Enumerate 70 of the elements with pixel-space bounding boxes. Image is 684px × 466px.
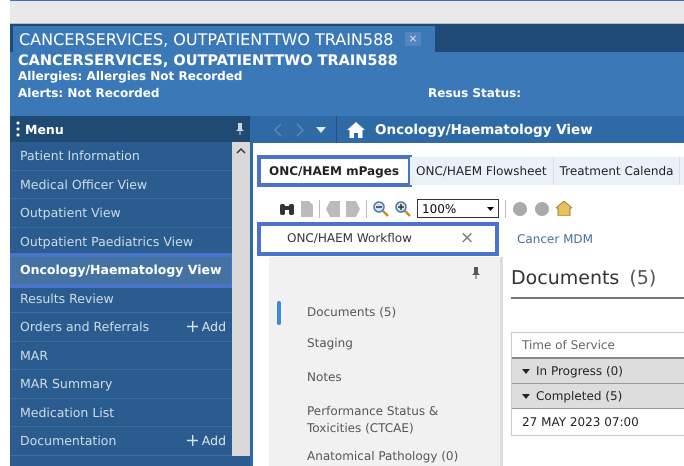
section-link[interactable]: Staging <box>269 335 500 359</box>
back-icon[interactable] <box>272 122 284 136</box>
add-button[interactable]: Add <box>186 319 226 334</box>
circle-icon[interactable] <box>512 200 528 216</box>
menu-item-label: Outpatient Paediatrics View <box>20 234 194 249</box>
zoom-in-icon[interactable] <box>395 200 411 216</box>
document-icon[interactable] <box>301 200 313 216</box>
section-link[interactable]: Documents (5) <box>269 301 500 325</box>
section-label: Notes <box>307 369 343 386</box>
tab[interactable]: ONC/HAEM mPages <box>259 157 410 185</box>
page-back-icon[interactable] <box>326 200 340 216</box>
zoom-dropdown[interactable]: 100% <box>417 199 499 218</box>
pin-icon <box>472 267 480 279</box>
forward-icon[interactable] <box>294 122 306 136</box>
section-link[interactable]: Performance Status & Toxicities (CTCAE) <box>269 403 500 438</box>
scrollbar[interactable] <box>232 142 250 456</box>
plus-icon <box>186 435 198 446</box>
menu-item-label: Medication List <box>20 404 116 420</box>
menu-item-label: MAR <box>20 348 50 363</box>
view-title: Oncology/Haematology View <box>375 122 593 138</box>
pin-icon <box>236 123 244 135</box>
page-forward-icon[interactable] <box>346 200 360 216</box>
menu-item-label: Documentation <box>20 433 118 448</box>
zoom-out-icon[interactable] <box>373 200 389 216</box>
menu-item-label: Oncology/Haematology View <box>20 262 223 278</box>
documents-title: Documents <box>511 267 620 289</box>
resus-status-text: Resus Status: <box>428 86 522 100</box>
caret-icon <box>487 206 494 210</box>
section-label: Performance Status & Toxicities (CTCAE) <box>307 403 440 438</box>
page-tab-label: Cancer MDM <box>517 232 594 246</box>
expand-caret-icon <box>522 394 530 398</box>
group-label: Completed (5) <box>536 389 622 403</box>
page-tab[interactable]: ONC/HAEM Workflow × <box>259 224 497 254</box>
section-link[interactable]: Notes <box>269 369 500 393</box>
group-row[interactable]: In Progress (0) <box>512 359 684 384</box>
patient-tab-title: CANCERSERVICES, OUTPATIENTTWO TRAIN588 <box>19 30 394 48</box>
patient-name: CANCERSERVICES, OUTPATIENTTWO TRAIN588 <box>18 53 399 69</box>
section-label: Documents (5) <box>307 304 398 321</box>
table-cell[interactable]: 27 MAY 2023 07:00 <box>512 409 684 436</box>
tab[interactable]: ONC/HAEM Flowsheet <box>410 157 554 185</box>
zoom-value: 100% <box>422 202 456 216</box>
allergies-text: Allergies: Allergies Not Recorded <box>18 69 244 83</box>
scroll-up-icon <box>236 147 246 155</box>
menu-item-label: Patient Information <box>20 148 141 164</box>
group-row[interactable]: Completed (5) <box>512 384 684 409</box>
section-label: Staging <box>307 335 354 352</box>
page-tab[interactable]: Cancer MDM <box>497 224 604 254</box>
home-icon[interactable] <box>556 201 572 216</box>
drag-handle-icon <box>16 121 20 137</box>
expand-caret-icon <box>522 368 530 374</box>
alerts-text: Alerts: Not Recorded <box>18 86 160 100</box>
home-icon[interactable] <box>347 122 365 138</box>
circle-icon[interactable] <box>534 200 550 216</box>
menu-title: Menu <box>25 122 65 136</box>
dropdown-icon[interactable] <box>316 126 326 132</box>
group-label: In Progress (0) <box>536 364 623 378</box>
section-link[interactable]: Anatomical Pathology (0) <box>269 448 500 466</box>
menu-item-label: Outpatient View <box>20 205 122 220</box>
menu-item-label: MAR Summary <box>20 376 114 392</box>
close-button[interactable]: × <box>405 32 421 46</box>
documents-count: (5) <box>629 267 656 289</box>
page-tab-label: ONC/HAEM Workflow <box>287 231 412 245</box>
plus-icon <box>186 321 198 332</box>
section-label: Anatomical Pathology (0) <box>307 448 460 465</box>
add-button[interactable]: Add <box>186 433 226 448</box>
menu-item-label: Medical Officer View <box>20 176 148 192</box>
close-button[interactable]: × <box>460 228 474 248</box>
menu-item-label: Results Review <box>20 290 115 306</box>
menu-item-label: Orders and Referrals <box>20 319 150 334</box>
patient-tab[interactable]: CANCERSERVICES, OUTPATIENTTWO TRAIN588 × <box>13 26 435 52</box>
